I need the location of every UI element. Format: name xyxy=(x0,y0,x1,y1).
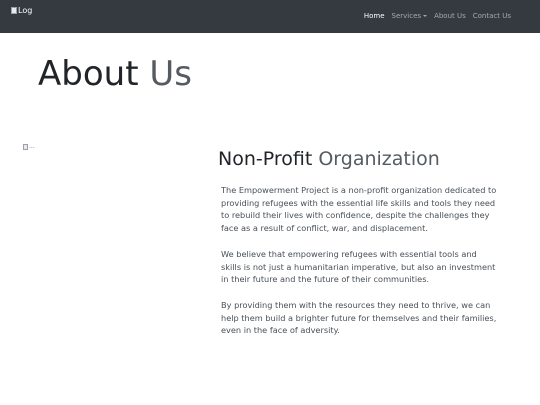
about-image-alt-text: ... xyxy=(29,143,35,150)
section-title: Non-Profit Organization xyxy=(218,148,440,171)
nav-link-contact-us[interactable]: Contact Us xyxy=(473,12,511,20)
logo[interactable]: Log xyxy=(11,6,32,15)
paragraph: The Empowerment Project is a non-profit … xyxy=(221,185,497,234)
nav-link-services[interactable]: Services xyxy=(392,12,428,20)
nav-link-about-us[interactable]: About Us xyxy=(434,12,466,20)
page-title: About Us xyxy=(38,54,192,94)
section-content: The Empowerment Project is a non-profit … xyxy=(221,184,497,350)
navbar: Log Home Services About Us Contact Us xyxy=(0,0,540,33)
section-title-muted: Organization xyxy=(318,148,440,170)
broken-image-icon xyxy=(11,7,17,14)
page-title-main: About xyxy=(38,54,139,94)
page-title-muted: Us xyxy=(149,54,192,94)
paragraph: By providing them with the resources the… xyxy=(221,299,497,336)
about-image: ... xyxy=(23,143,35,150)
nav-link-home[interactable]: Home xyxy=(364,12,385,20)
nav-links: Home Services About Us Contact Us xyxy=(364,12,511,20)
caret-down-icon xyxy=(423,15,428,17)
paragraph: We believe that empowering refugees with… xyxy=(221,248,496,285)
section-title-main: Non-Profit xyxy=(218,148,313,170)
broken-image-icon xyxy=(23,143,28,150)
logo-alt-text: Log xyxy=(18,6,33,15)
nav-link-services-label: Services xyxy=(391,12,422,20)
